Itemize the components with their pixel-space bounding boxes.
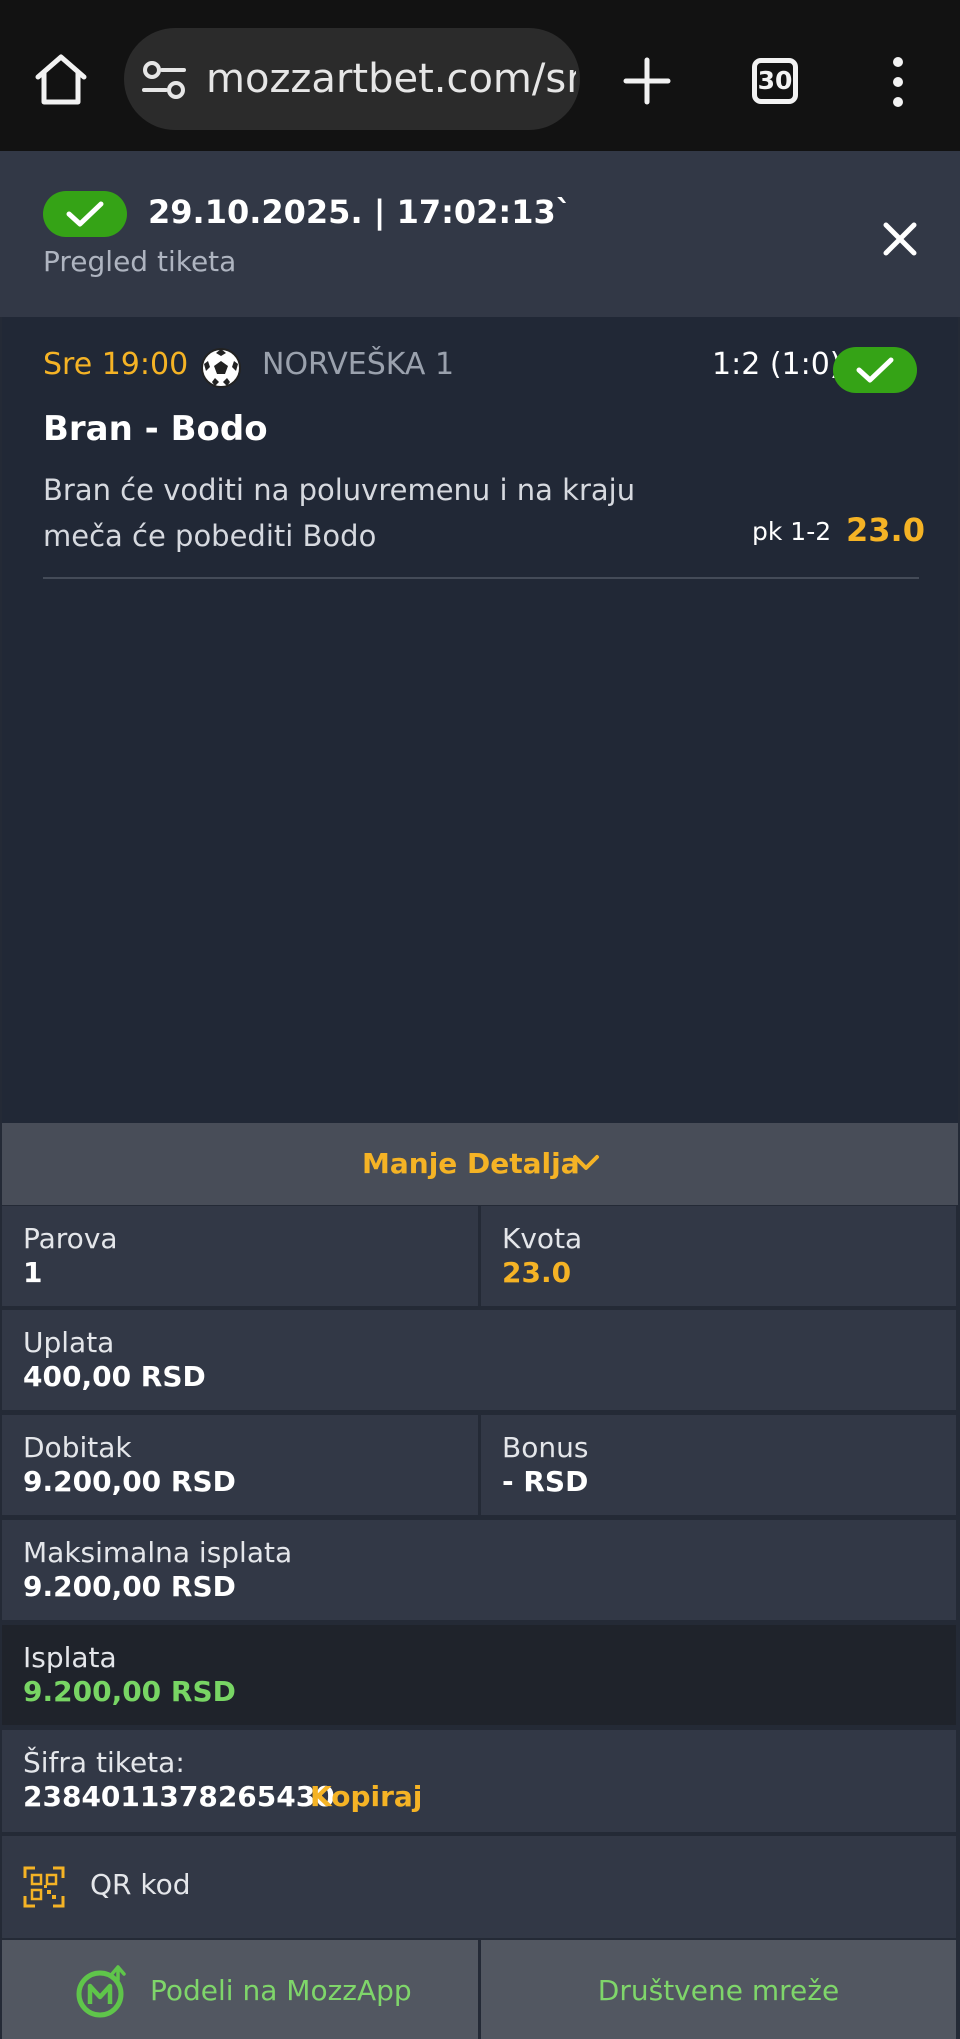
event-time: Sre 19:00	[43, 347, 189, 382]
info-parova: Parova 1	[2, 1206, 478, 1306]
ticket-header: 29.10.2025. | 17:02:13` Pregled tiketa	[0, 151, 960, 317]
chevron-down-icon	[573, 1155, 599, 1170]
parova-value: 1	[23, 1256, 43, 1289]
ticket-code-label: Šifra tiketa:	[23, 1746, 185, 1779]
info-uplata: Uplata 400,00 RSD	[2, 1310, 956, 1410]
event-odds: 23.0	[846, 511, 925, 549]
event-pick: pk 1-2	[752, 517, 832, 546]
football-icon	[201, 348, 241, 388]
kvota-value: 23.0	[502, 1256, 572, 1289]
address-bar[interactable]: mozzartbet.com/sr/	[124, 28, 580, 130]
ticket-code-value: 2384011378265430	[23, 1780, 335, 1813]
less-details-toggle[interactable]: Manje Detalja	[2, 1123, 958, 1205]
qr-code-label: QR kod	[90, 1868, 191, 1901]
parova-label: Parova	[23, 1222, 118, 1255]
max-payout-label: Maksimalna isplata	[23, 1536, 293, 1569]
event-match-title: Bran - Bodo	[43, 409, 268, 449]
event-bet-description: Bran će voditi na poluvremenu i na kraju…	[43, 473, 636, 553]
browser-toolbar: mozzartbet.com/sr/ 30	[0, 0, 960, 151]
event-score: 1:2 (1:0)	[712, 347, 842, 382]
url-text: mozzartbet.com/sr/	[206, 56, 576, 102]
ticket-won-badge	[43, 191, 127, 237]
uplata-value: 400,00 RSD	[23, 1360, 206, 1393]
dobitak-label: Dobitak	[23, 1431, 132, 1464]
kvota-label: Kvota	[502, 1222, 583, 1255]
share-mozzapp-button[interactable]: Podeli na MozzApp	[2, 1940, 478, 2039]
ticket-subtitle: Pregled tiketa	[43, 245, 237, 278]
divider	[43, 577, 919, 579]
payout-label: Isplata	[23, 1641, 117, 1674]
qr-code-icon	[23, 1866, 65, 1908]
mozzapp-logo-icon	[76, 1965, 126, 2018]
info-bonus: Bonus - RSD	[481, 1415, 956, 1515]
info-kvota: Kvota 23.0	[481, 1206, 956, 1306]
payout-value: 9.200,00 RSD	[23, 1675, 236, 1708]
close-icon[interactable]	[880, 219, 920, 259]
less-details-label: Manje Detalja	[362, 1147, 580, 1180]
share-mozzapp-label: Podeli na MozzApp	[150, 1974, 412, 2007]
checkmark-icon	[66, 201, 104, 227]
info-ticket-code: Šifra tiketa: 2384011378265430 Kopiraj	[2, 1730, 956, 1832]
info-payout: Isplata 9.200,00 RSD	[2, 1625, 956, 1725]
home-icon[interactable]	[32, 50, 90, 108]
max-payout-value: 9.200,00 RSD	[23, 1570, 236, 1603]
site-settings-icon[interactable]	[142, 60, 186, 100]
event-league: NORVEŠKA 1	[262, 347, 455, 382]
event-list: Sre 19:00 NORVEŠKA 1 1:2 (1:0) Bran - Bo…	[2, 317, 958, 1123]
uplata-label: Uplata	[23, 1326, 115, 1359]
qr-code-row[interactable]: QR kod	[2, 1836, 956, 1938]
social-networks-button[interactable]: Društvene mreže	[481, 1940, 956, 2039]
bonus-label: Bonus	[502, 1431, 589, 1464]
new-tab-icon[interactable]	[622, 56, 672, 106]
info-dobitak: Dobitak 9.200,00 RSD	[2, 1415, 478, 1515]
info-max-payout: Maksimalna isplata 9.200,00 RSD	[2, 1520, 956, 1620]
copy-button[interactable]: Kopiraj	[310, 1780, 422, 1813]
ticket-datetime: 29.10.2025. | 17:02:13`	[148, 193, 572, 231]
checkmark-icon	[856, 357, 894, 383]
bonus-value: - RSD	[502, 1465, 589, 1498]
event-won-badge	[833, 347, 917, 393]
social-networks-label: Društvene mreže	[597, 1974, 840, 2007]
tab-switcher-button[interactable]: 30	[752, 58, 798, 104]
dobitak-value: 9.200,00 RSD	[23, 1465, 236, 1498]
more-vertical-icon[interactable]	[886, 54, 910, 110]
